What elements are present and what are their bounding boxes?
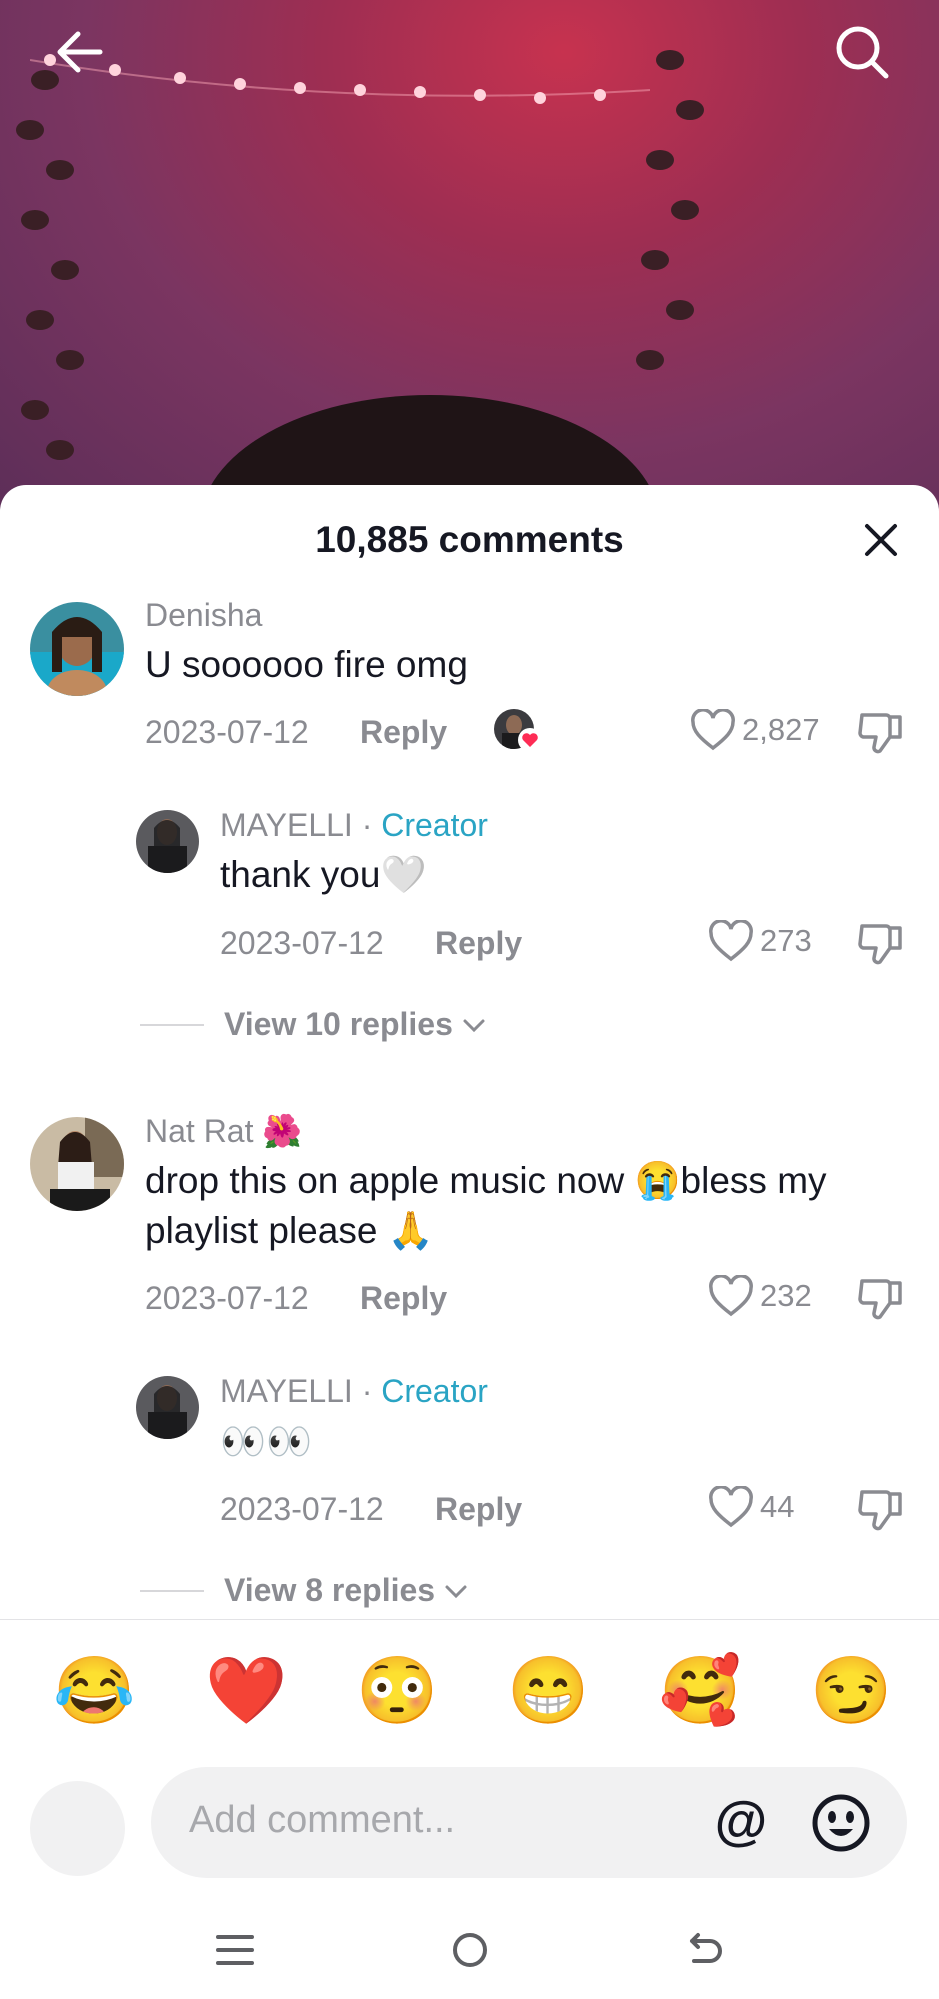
- comment-text-line-1: drop this on apple music now 😭bless my: [145, 1160, 827, 1201]
- comment-text: U soooooo fire omg: [145, 644, 468, 685]
- like-button[interactable]: 232: [708, 1275, 812, 1317]
- reply-author-line: MAYELLI · Creator: [220, 807, 488, 844]
- home-circle-icon[interactable]: [445, 1925, 495, 1975]
- like-count: 232: [760, 1278, 812, 1313]
- back-icon[interactable]: [680, 1925, 730, 1975]
- emoji-bar-divider: [0, 1619, 939, 1620]
- close-icon[interactable]: [856, 515, 906, 565]
- search-icon[interactable]: [832, 22, 892, 82]
- dislike-icon[interactable]: [856, 1484, 906, 1534]
- view-replies-divider: [140, 1590, 204, 1592]
- video-background: [0, 0, 939, 520]
- comment-author[interactable]: Denisha: [145, 597, 262, 634]
- comments-count-title: 10,885 comments: [315, 519, 624, 560]
- reply-text: thank you🤍: [220, 854, 427, 895]
- like-button[interactable]: 273: [708, 920, 812, 962]
- view-replies-label: View 8 replies: [224, 1572, 436, 1608]
- heart-badge-icon: [518, 728, 542, 752]
- heart-outline-icon: [691, 709, 735, 751]
- emoji-button-smirk[interactable]: 😏: [810, 1650, 892, 1730]
- like-button[interactable]: 2,827: [690, 709, 820, 751]
- reply-button[interactable]: Reply: [435, 1491, 522, 1528]
- view-replies-divider: [140, 1024, 204, 1026]
- heart-outline-icon: [709, 1275, 753, 1317]
- reply-button[interactable]: Reply: [360, 714, 447, 751]
- vine-decoration-right: [636, 50, 704, 370]
- avatar[interactable]: [30, 1117, 124, 1211]
- reply-author-line: MAYELLI · Creator: [220, 1373, 488, 1410]
- smile-icon[interactable]: [811, 1793, 871, 1853]
- view-replies-button[interactable]: View 8 replies: [224, 1572, 469, 1609]
- heart-outline-icon: [709, 1486, 753, 1528]
- dislike-icon[interactable]: [856, 1273, 906, 1323]
- avatar[interactable]: [30, 602, 124, 696]
- comment-date: 2023-07-12: [145, 714, 309, 750]
- like-count: 273: [760, 923, 812, 958]
- comment-input-placeholder: Add comment...: [189, 1799, 456, 1841]
- view-replies-button[interactable]: View 10 replies: [224, 1006, 487, 1043]
- reply-date: 2023-07-12: [220, 1491, 384, 1527]
- comment-text-line-2: playlist please 🙏: [145, 1210, 434, 1251]
- dislike-icon[interactable]: [856, 918, 906, 968]
- like-button[interactable]: 44: [708, 1486, 794, 1528]
- reply-text: 👀👀: [220, 1421, 313, 1462]
- emoji-button-laugh[interactable]: 😂: [53, 1650, 135, 1730]
- menu-icon[interactable]: [210, 1925, 260, 1975]
- creator-badge: Creator: [381, 1373, 488, 1409]
- reply-author[interactable]: MAYELLI: [220, 807, 353, 843]
- reply-date: 2023-07-12: [220, 925, 384, 961]
- comment-author[interactable]: Nat Rat 🌺: [145, 1112, 302, 1150]
- emoji-button-flushed[interactable]: 😳: [356, 1650, 438, 1730]
- heart-outline-icon: [709, 920, 753, 962]
- like-count: 44: [760, 1489, 795, 1524]
- like-count: 2,827: [742, 712, 820, 747]
- chevron-down-icon: [463, 1019, 485, 1032]
- creator-badge: Creator: [381, 807, 488, 843]
- emoji-button-grin[interactable]: 😁: [507, 1650, 589, 1730]
- emoji-button-heart[interactable]: ❤️: [205, 1650, 287, 1730]
- dislike-icon[interactable]: [856, 707, 906, 757]
- my-avatar: [30, 1781, 125, 1876]
- reply-button[interactable]: Reply: [435, 925, 522, 962]
- avatar[interactable]: [136, 810, 199, 873]
- reply-author[interactable]: MAYELLI: [220, 1373, 353, 1409]
- emoji-button-love[interactable]: 🥰: [659, 1650, 741, 1730]
- arrow-left-icon[interactable]: [50, 22, 110, 82]
- vine-decoration-left: [16, 70, 84, 460]
- reply-button[interactable]: Reply: [360, 1280, 447, 1317]
- separator: ·: [361, 1373, 373, 1409]
- separator: ·: [361, 807, 373, 843]
- mention-button[interactable]: @: [711, 1793, 771, 1853]
- comment-date: 2023-07-12: [145, 1280, 309, 1316]
- chevron-down-icon: [445, 1585, 467, 1598]
- avatar[interactable]: [136, 1376, 199, 1439]
- comment-input[interactable]: Add comment... @: [151, 1767, 907, 1878]
- string-lights-decoration: [30, 54, 650, 104]
- view-replies-label: View 10 replies: [224, 1006, 453, 1042]
